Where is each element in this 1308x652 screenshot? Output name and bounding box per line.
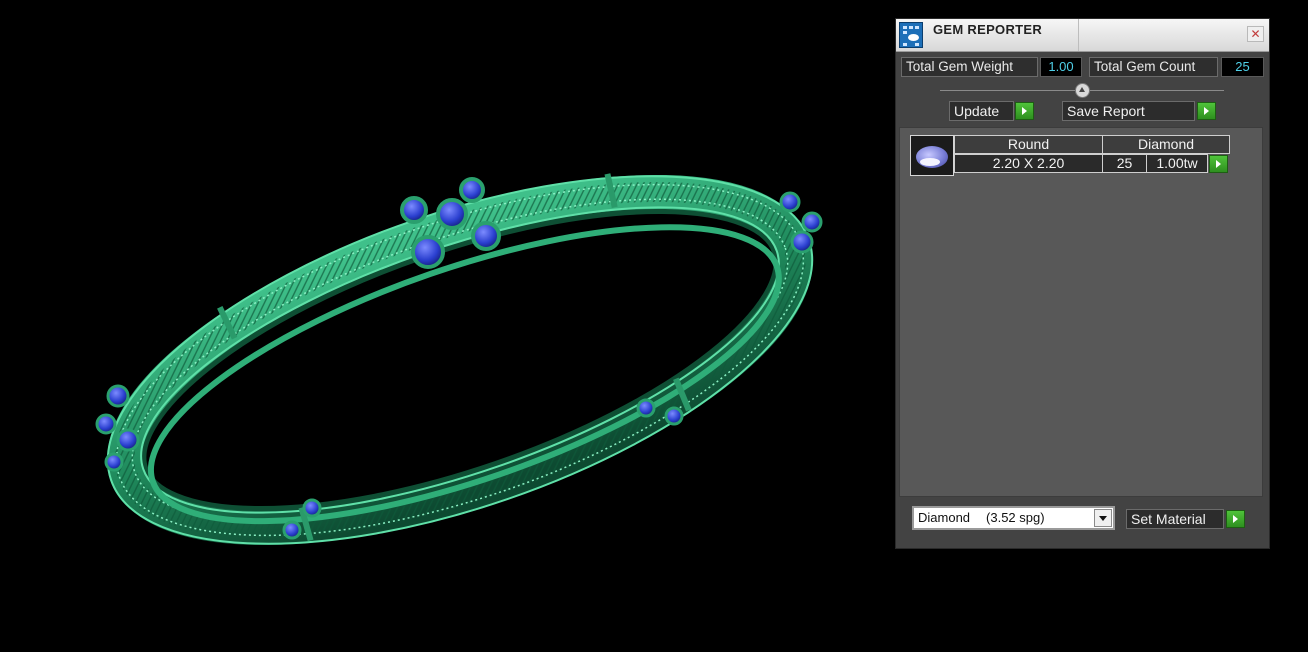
gem-weight-cell: 1.00tw: [1146, 154, 1208, 173]
total-gem-weight-label: Total Gem Weight: [901, 57, 1038, 77]
material-select-name: Diamond: [918, 510, 971, 525]
material-select[interactable]: Diamond (3.52 spg): [912, 506, 1115, 530]
update-button[interactable]: Update: [949, 101, 1014, 121]
set-material-play-arrow-icon[interactable]: [1226, 510, 1245, 528]
material-select-gravity: (3.52 spg): [986, 510, 1045, 525]
total-gem-count-label: Total Gem Count: [1089, 57, 1218, 77]
total-gem-count-value: 25: [1221, 57, 1264, 77]
gem-material-cell: Diamond: [1102, 135, 1230, 154]
chevron-down-icon[interactable]: [1094, 509, 1112, 527]
gem-list-row[interactable]: Round Diamond 2.20 X 2.20 25 1.00tw: [900, 128, 1262, 182]
panel-title: GEM REPORTER: [933, 22, 1043, 37]
gem-reporter-panel: GEM REPORTER ✕ Total Gem Weight 1.00 Tot…: [895, 18, 1270, 549]
set-material-button[interactable]: Set Material: [1126, 509, 1224, 529]
gem-size-cell: 2.20 X 2.20: [954, 154, 1103, 173]
title-divider: [1078, 19, 1079, 51]
gem-count-cell: 25: [1102, 154, 1147, 173]
gem-cluster-top: [400, 177, 501, 269]
total-gem-weight-value: 1.00: [1040, 57, 1082, 77]
gem-row-play-arrow-icon[interactable]: [1209, 155, 1228, 173]
gem-thumbnail-icon: [910, 135, 954, 176]
gem-shape-cell: Round: [954, 135, 1103, 154]
save-report-play-arrow-icon[interactable]: [1197, 102, 1216, 120]
gem-reporter-icon: [899, 22, 923, 48]
close-icon[interactable]: ✕: [1247, 26, 1264, 42]
save-report-button[interactable]: Save Report: [1062, 101, 1195, 121]
update-play-arrow-icon[interactable]: [1015, 102, 1034, 120]
bracelet-render: [95, 173, 823, 546]
3d-viewport[interactable]: [0, 0, 890, 652]
gem-list: Round Diamond 2.20 X 2.20 25 1.00tw: [899, 127, 1263, 497]
title-bar[interactable]: GEM REPORTER ✕: [896, 19, 1269, 52]
slider-handle[interactable]: [1075, 83, 1090, 98]
